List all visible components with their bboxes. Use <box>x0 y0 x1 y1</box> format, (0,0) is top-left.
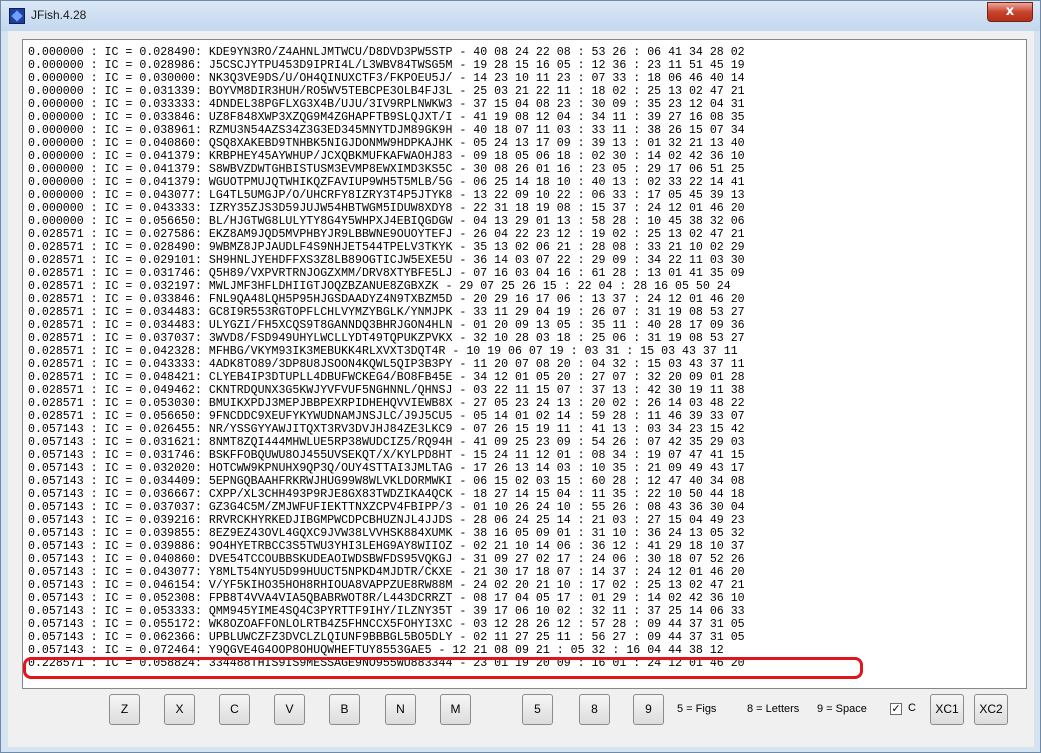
output-line: 0.028571 : IC = 0.053030: BMUIKXPDJ3MEPJ… <box>28 397 745 410</box>
output-line: 0.057143 : IC = 0.072464: Y9QGVE4G4OOP8O… <box>28 644 724 657</box>
b-button[interactable]: B <box>329 694 360 725</box>
output-line: 0.057143 : IC = 0.031621: 8NMT8ZQI444MHW… <box>28 436 745 449</box>
output-line: 0.000000 : IC = 0.041379: WGUOTPMUJQTWHI… <box>28 176 745 189</box>
output-line: 0.028571 : IC = 0.037037: 3WVD8/FSD949UH… <box>28 332 745 345</box>
output-line: 0.000000 : IC = 0.043077: LG4TL5UMGJP/O/… <box>28 189 745 202</box>
output-line: 0.028571 : IC = 0.033846: FNL9QA48LQH5P9… <box>28 293 745 306</box>
c-checkbox[interactable]: ✓ <box>890 703 902 715</box>
output-line: 0.000000 : IC = 0.038961: RZMU3N54AZS34Z… <box>28 124 745 137</box>
output-line: 0.057143 : IC = 0.043077: Y8MLT54NYU5D99… <box>28 566 745 579</box>
output-line: 0.000000 : IC = 0.033846: UZ8F848XWP3XZQ… <box>28 111 745 124</box>
output-line: 0.057143 : IC = 0.039886: 9O4HYETRBCC3S5… <box>28 540 745 553</box>
output-line: 0.028571 : IC = 0.032197: MWLJMF3HFLDHII… <box>28 280 731 293</box>
c-button[interactable]: C <box>219 694 250 725</box>
client-area: 0.000000 : IC = 0.028490: KDE9YN3RO/Z4AH… <box>8 31 1034 747</box>
output-line: 0.000000 : IC = 0.041379: S8WBVZDWTGHBIS… <box>28 163 745 176</box>
c-checkbox-label: C <box>908 702 916 714</box>
output-line: 0.028571 : IC = 0.049462: CKNTRDQUNX3G5K… <box>28 384 745 397</box>
n-button[interactable]: N <box>385 694 416 725</box>
output-line: 0.057143 : IC = 0.040860: DVE54TCCOUBBSK… <box>28 553 745 566</box>
app-window: JFish.4.28 x 0.000000 : IC = 0.028490: K… <box>0 0 1041 753</box>
output-line: 0.057143 : IC = 0.037037: GZ3G4C5M/ZMJWF… <box>28 501 745 514</box>
output-line: 0.000000 : IC = 0.028986: J5CSCJYTPU453D… <box>28 59 745 72</box>
output-line: 0.000000 : IC = 0.041379: KRBPHEY45AYWHU… <box>28 150 745 163</box>
output-line: 0.028571 : IC = 0.034483: GC8I9R553RGTOP… <box>28 306 745 319</box>
output-line: 0.057143 : IC = 0.036667: CXPP/XL3CHH493… <box>28 488 745 501</box>
highlight-annotation <box>23 657 863 679</box>
output-line: 0.057143 : IC = 0.026455: NR/YSSGYYAWJIT… <box>28 423 745 436</box>
output-line: 0.000000 : IC = 0.031339: BOYVM8DIR3HUH/… <box>28 85 745 98</box>
output-line: 0.057143 : IC = 0.031746: BSKFFOBQUWU8OJ… <box>28 449 745 462</box>
output-line: 0.000000 : IC = 0.056650: BL/HJGTWG8LULY… <box>28 215 745 228</box>
output-line: 0.000000 : IC = 0.040860: QSQ8XAKEBD9TNH… <box>28 137 745 150</box>
output-line: 0.057143 : IC = 0.055172: WK8OZOAFFONLOL… <box>28 618 745 631</box>
output-line: 0.057143 : IC = 0.032020: HOTCWW9KPNUHX9… <box>28 462 745 475</box>
xc1-button[interactable]: XC1 <box>930 694 964 725</box>
letters-8-button[interactable]: 8 <box>579 694 610 725</box>
output-line: 0.028571 : IC = 0.027586: EKZ8AM9JQD5MVP… <box>28 228 745 241</box>
figs-5-button[interactable]: 5 <box>522 694 553 725</box>
output-line: 0.000000 : IC = 0.030000: NK3Q3VE9DS/U/O… <box>28 72 745 85</box>
output-line: 0.057143 : IC = 0.062366: UPBLUWCZFZ3DVC… <box>28 631 745 644</box>
z-button[interactable]: Z <box>109 694 140 725</box>
m-button[interactable]: M <box>440 694 471 725</box>
xc2-button[interactable]: XC2 <box>974 694 1008 725</box>
output-line: 0.000000 : IC = 0.043333: IZRY35ZJS3D59J… <box>28 202 745 215</box>
x-button[interactable]: X <box>164 694 195 725</box>
title-bar[interactable]: JFish.4.28 x <box>1 1 1040 31</box>
output-line: 0.057143 : IC = 0.052308: FPB8T4VVA4VIA5… <box>28 592 745 605</box>
output-line: 0.057143 : IC = 0.053333: QMM945YIME4SQ4… <box>28 605 745 618</box>
legend-space: 9 = Space <box>817 703 867 715</box>
space-9-button[interactable]: 9 <box>633 694 664 725</box>
output-line: 0.028571 : IC = 0.056650: 9FNCDDC9XEUFYK… <box>28 410 745 423</box>
output-line: 0.028571 : IC = 0.029101: SH9HNLJYEHDFFX… <box>28 254 745 267</box>
legend-letters: 8 = Letters <box>747 703 800 715</box>
output-line: 0.057143 : IC = 0.039855: 8EZ9EZ43OVL4GQ… <box>28 527 745 540</box>
output-line: 0.028571 : IC = 0.048421: CLYEB4IP3DTUPL… <box>28 371 745 384</box>
output-textarea[interactable]: 0.000000 : IC = 0.028490: KDE9YN3RO/Z4AH… <box>22 39 1027 689</box>
output-line: 0.000000 : IC = 0.033333: 4DNDEL38PGFLXG… <box>28 98 745 111</box>
output-lines: 0.000000 : IC = 0.028490: KDE9YN3RO/Z4AH… <box>28 46 745 670</box>
output-line: 0.028571 : IC = 0.034483: ULYGZI/FH5XCQS… <box>28 319 745 332</box>
output-line: 0.028571 : IC = 0.043333: 4ADK8TO89/3DP8… <box>28 358 745 371</box>
v-button[interactable]: V <box>274 694 305 725</box>
output-line: 0.057143 : IC = 0.046154: V/YF5KIHO35HOH… <box>28 579 745 592</box>
legend-figs: 5 = Figs <box>677 703 717 715</box>
window-title: JFish.4.28 <box>31 8 87 22</box>
output-line: 0.028571 : IC = 0.028490: 9WBMZ8JPJAUDLF… <box>28 241 745 254</box>
close-button[interactable]: x <box>987 2 1033 22</box>
output-line: 0.028571 : IC = 0.042328: MFHBG/VKYM93IK… <box>28 345 738 358</box>
output-line: 0.057143 : IC = 0.039216: RRVRCKHYRKEDJI… <box>28 514 745 527</box>
output-line: 0.028571 : IC = 0.031746: Q5H89/VXPVRTRN… <box>28 267 745 280</box>
app-icon <box>9 8 25 24</box>
output-line: 0.057143 : IC = 0.034409: 5EPNGQBAAHFRKR… <box>28 475 745 488</box>
output-line: 0.000000 : IC = 0.028490: KDE9YN3RO/Z4AH… <box>28 46 745 59</box>
